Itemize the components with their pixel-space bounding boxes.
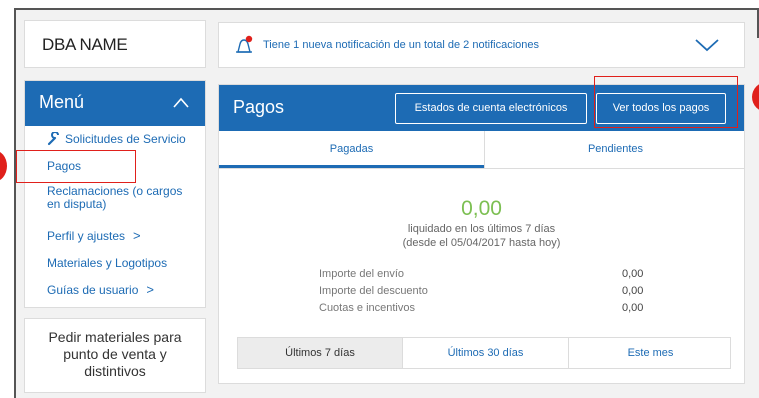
fees-label: Cuotas e incentivos (319, 302, 415, 314)
payments-title: Pagos (233, 97, 285, 117)
range-last-30-days[interactable]: Últimos 30 días (402, 338, 568, 368)
sidebar-item-reclamaciones[interactable]: Reclamaciones (o cargos en disputa) (47, 185, 197, 211)
settled-date-range: (desde el 05/04/2017 hasta hoy) (402, 237, 561, 249)
order-materials-label: Pedir materiales para punto de venta y d… (48, 329, 182, 379)
sidebar-item-perfil[interactable]: Perfil y ajustes > (47, 229, 141, 243)
chevron-down-icon[interactable] (694, 37, 720, 53)
settled-amount: 0,00 (461, 197, 502, 220)
menu-header[interactable]: Menú (25, 81, 205, 126)
chevron-right-icon: > (146, 282, 154, 297)
notification-bar[interactable]: Tiene 1 nueva notificación de un total d… (218, 22, 745, 68)
order-materials-panel[interactable]: Pedir materiales para punto de venta y d… (24, 318, 206, 393)
sidebar-item-solicitudes[interactable]: Solicitudes de Servicio (65, 133, 186, 146)
electronic-statements-button[interactable]: Estados de cuenta electrónicos (395, 93, 587, 124)
range-last-7-days[interactable]: Últimos 7 días (238, 338, 402, 368)
sidebar-item-guias[interactable]: Guías de usuario > (47, 283, 154, 297)
highlight-box-pagos (16, 150, 136, 183)
dba-panel: DBA NAME (24, 20, 206, 68)
bell-icon (236, 35, 253, 53)
sidebar-item-label: Guías de usuario (47, 283, 139, 297)
highlight-box-view-all (594, 76, 738, 128)
menu-title: Menú (39, 92, 85, 112)
dba-name: DBA NAME (42, 35, 128, 54)
settled-period: liquidado en los últimos 7 días (407, 223, 556, 235)
fees-value: 0,00 (622, 302, 644, 314)
sidebar-item-materiales[interactable]: Materiales y Logotipos (47, 257, 167, 270)
tab-pagadas[interactable]: Pagadas (219, 131, 484, 168)
step-marker-left (0, 150, 7, 182)
chevron-right-icon: > (133, 228, 141, 243)
shipment-amount-value: 0,00 (622, 268, 644, 280)
notification-text: Tiene 1 nueva notificación de un total d… (263, 39, 539, 51)
sidebar-item-label: Perfil y ajustes (47, 229, 126, 243)
shipment-amount-label: Importe del envío (319, 268, 404, 280)
sidebar-menu: Menú Solicitudes de Servicio Pagos Recla… (24, 80, 206, 308)
chevron-up-icon[interactable] (173, 95, 189, 111)
range-this-month[interactable]: Este mes (568, 338, 732, 368)
discount-amount-value: 0,00 (622, 285, 644, 297)
tab-pendientes[interactable]: Pendientes (484, 131, 746, 168)
discount-amount-label: Importe del descuento (319, 285, 428, 297)
wrench-icon (47, 132, 59, 146)
payments-tabs: Pagadas Pendientes (219, 131, 744, 169)
payments-panel: Pagos Estados de cuenta electrónicos Ver… (218, 84, 745, 384)
date-range-selector: Últimos 7 días Últimos 30 días Este mes (237, 337, 731, 369)
